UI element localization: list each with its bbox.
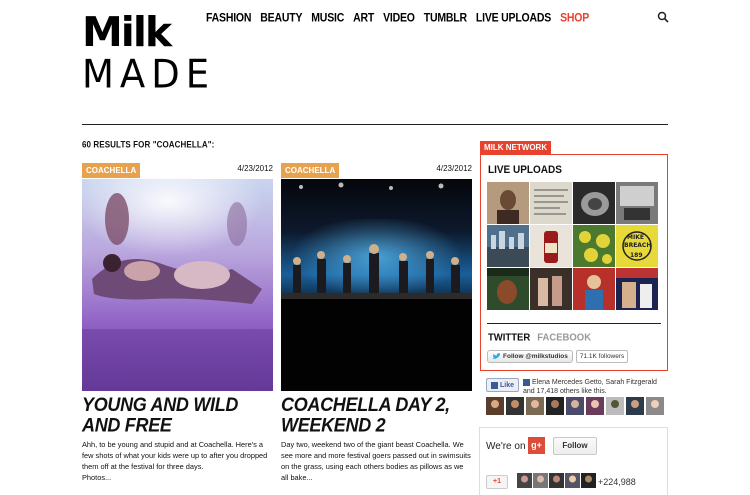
avatar[interactable] xyxy=(581,473,596,488)
twitter-follow-button[interactable]: Follow @milkstudios xyxy=(487,350,573,363)
avatar[interactable] xyxy=(646,397,664,415)
logo-milk-text: Milk xyxy=(82,8,172,56)
svg-text:BREACH: BREACH xyxy=(624,242,651,249)
live-upload-thumb[interactable]: MIKEBREACH 189 xyxy=(616,225,658,267)
avatar[interactable] xyxy=(549,473,564,488)
logo-made-text: MADE xyxy=(82,51,216,98)
facebook-faces xyxy=(486,397,664,415)
avatar[interactable] xyxy=(533,473,548,488)
tab-facebook[interactable]: FACEBOOK xyxy=(537,331,591,343)
article-excerpt-text: Ahh, to be young and stupid and at Coach… xyxy=(82,440,268,471)
avatar[interactable] xyxy=(566,397,584,415)
plus-one-button[interactable]: +1 xyxy=(486,475,508,489)
avatar[interactable] xyxy=(565,473,580,488)
nav-music[interactable]: MUSIC xyxy=(311,11,344,25)
milk-network-panel: LIVE UPLOADS MIKE BREACH 189 TWITTER FACEB… xyxy=(480,154,668,371)
avatar[interactable] xyxy=(517,473,532,488)
avatar[interactable] xyxy=(606,397,624,415)
facebook-icon xyxy=(523,378,531,386)
live-upload-thumb[interactable] xyxy=(530,182,572,224)
nav-beauty[interactable]: BEAUTY xyxy=(260,11,302,25)
facebook-like-widget: Like Elena Mercedes Getto, Sarah Fitzger… xyxy=(486,378,663,396)
category-tag[interactable]: COACHELLA xyxy=(281,163,340,178)
live-upload-thumb[interactable] xyxy=(616,182,658,224)
category-tag[interactable]: COACHELLA xyxy=(82,163,141,178)
twitter-bird-icon xyxy=(492,353,501,359)
gplus-intro-text: We're on xyxy=(486,441,526,452)
like-label: Like xyxy=(500,381,515,389)
article-card: COACHELLA 4/23/2012 xyxy=(281,160,472,483)
live-upload-thumb[interactable] xyxy=(530,225,572,267)
read-more-link[interactable]: Photos... xyxy=(82,473,111,482)
network-divider xyxy=(487,323,661,324)
facebook-like-button[interactable]: Like xyxy=(486,378,520,392)
avatar[interactable] xyxy=(586,397,604,415)
article-card: COACHELLA 4/23/2012 xyxy=(82,160,273,483)
gplus-faces xyxy=(517,473,596,488)
milk-network-label: MILK NETWORK xyxy=(480,141,552,155)
gplus-follow-button[interactable]: Follow xyxy=(553,437,597,455)
live-upload-thumb[interactable] xyxy=(573,268,615,310)
article-excerpt: Ahh, to be young and stupid and at Coach… xyxy=(82,439,273,483)
avatar[interactable] xyxy=(506,397,524,415)
nav-tumblr[interactable]: TUMBLR xyxy=(424,11,467,25)
facebook-like-sentence: Elena Mercedes Getto, Sarah Fitzgerald a… xyxy=(523,379,657,395)
twitter-follow-label: Follow @milkstudios xyxy=(503,353,568,360)
avatar[interactable] xyxy=(526,397,544,415)
live-upload-thumb[interactable] xyxy=(573,182,615,224)
google-plus-icon[interactable]: g+ xyxy=(528,437,545,454)
nav-video[interactable]: VIDEO xyxy=(383,11,415,25)
svg-text:189: 189 xyxy=(630,252,643,259)
nav-shop[interactable]: SHOP xyxy=(560,11,589,25)
tab-twitter[interactable]: TWITTER xyxy=(488,331,530,343)
live-upload-thumb[interactable] xyxy=(573,225,615,267)
live-upload-thumb[interactable] xyxy=(530,268,572,310)
live-uploads-title[interactable]: LIVE UPLOADS xyxy=(488,164,562,176)
svg-text:MIKE: MIKE xyxy=(627,234,644,241)
nav-live-uploads[interactable]: LIVE UPLOADS xyxy=(476,11,551,25)
social-tabs: TWITTER FACEBOOK xyxy=(488,331,591,343)
nav-art[interactable]: ART xyxy=(353,11,374,25)
article-photo[interactable] xyxy=(281,179,472,391)
twitter-follower-count: 71.1K followers xyxy=(575,350,629,363)
google-plus-widget: We're on g+ Follow +1 +224,988 xyxy=(479,427,668,495)
article-title[interactable]: YOUNG AND WILD AND FREE xyxy=(82,394,273,436)
results-heading: 60 RESULTS FOR "COACHELLA": xyxy=(82,139,215,150)
thumbs-up-icon xyxy=(491,381,498,389)
header-divider xyxy=(82,124,668,125)
live-upload-thumb[interactable] xyxy=(487,268,529,310)
live-upload-thumb[interactable] xyxy=(616,268,658,310)
article-photo[interactable] xyxy=(82,179,273,391)
article-date: 4/23/2012 xyxy=(237,164,273,173)
search-icon[interactable] xyxy=(657,11,669,23)
nav-fashion[interactable]: FASHION xyxy=(206,11,251,25)
live-upload-thumb[interactable] xyxy=(487,225,529,267)
facebook-like-text: Elena Mercedes Getto, Sarah Fitzgerald a… xyxy=(523,378,663,396)
avatar[interactable] xyxy=(626,397,644,415)
main-nav: FASHION BEAUTY MUSIC ART VIDEO TUMBLR LI… xyxy=(206,11,589,25)
article-title[interactable]: COACHELLA DAY 2, WEEKEND 2 xyxy=(281,394,472,436)
live-upload-thumb[interactable] xyxy=(487,182,529,224)
live-uploads-grid: MIKE BREACH 189 xyxy=(487,182,658,310)
gplus-follower-count: +224,988 xyxy=(598,477,636,487)
avatar[interactable] xyxy=(486,397,504,415)
twitter-follow-row: Follow @milkstudios 71.1K followers xyxy=(487,350,629,363)
article-excerpt: Day two, weekend two of the giant beast … xyxy=(281,440,471,482)
article-date: 4/23/2012 xyxy=(436,164,472,173)
site-logo[interactable]: Milk MADE xyxy=(82,8,216,98)
avatar[interactable] xyxy=(546,397,564,415)
